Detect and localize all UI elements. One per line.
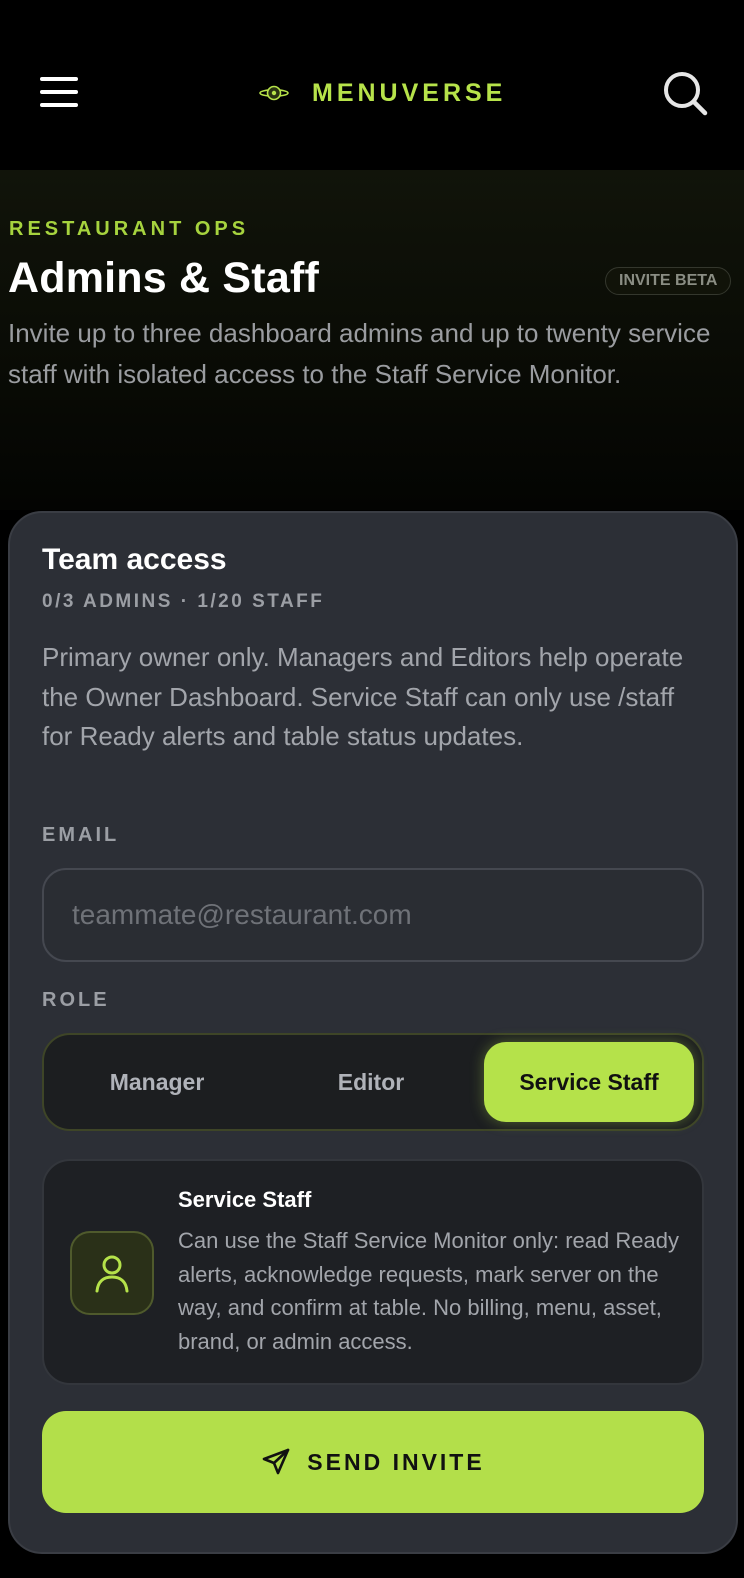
send-icon bbox=[262, 1448, 290, 1475]
page-title: Admins & Staff bbox=[8, 254, 319, 302]
send-invite-label: SEND INVITE bbox=[307, 1448, 485, 1475]
hero-section: RESTAURANT OPS Admins & Staff INVITE BET… bbox=[0, 170, 744, 510]
send-invite-button[interactable]: SEND INVITE bbox=[42, 1411, 704, 1513]
card-title: Team access bbox=[42, 543, 227, 576]
role-option-service-staff[interactable]: Service Staff bbox=[484, 1042, 694, 1122]
app-screen: MENUVERSE RESTAURANT OPS Admins & Staff … bbox=[0, 0, 744, 1578]
brand[interactable]: MENUVERSE bbox=[258, 78, 506, 108]
role-description-card: Service Staff Can use the Staff Service … bbox=[42, 1159, 704, 1385]
role-label: ROLE bbox=[42, 989, 110, 1011]
team-access-card: Team access 0/3 ADMINS · 1/20 STAFF Prim… bbox=[8, 511, 738, 1554]
role-option-manager[interactable]: Manager bbox=[52, 1042, 262, 1122]
section-eyebrow: RESTAURANT OPS bbox=[9, 218, 250, 240]
hamburger-menu-icon[interactable] bbox=[40, 77, 78, 107]
card-description: Primary owner only. Managers and Editors… bbox=[42, 642, 684, 751]
search-icon[interactable] bbox=[662, 70, 708, 116]
email-field[interactable] bbox=[42, 868, 704, 962]
role-option-editor[interactable]: Editor bbox=[266, 1042, 476, 1122]
user-icon bbox=[70, 1231, 154, 1315]
saturn-logo-icon bbox=[259, 85, 289, 101]
brand-name: MENUVERSE bbox=[312, 78, 507, 107]
team-counts: 0/3 ADMINS · 1/20 STAFF bbox=[42, 591, 325, 612]
role-card-description: Can use the Staff Service Monitor only: … bbox=[178, 1228, 679, 1354]
top-bar: MENUVERSE bbox=[0, 0, 744, 170]
page-description: Invite up to three dashboard admins and … bbox=[8, 318, 711, 389]
role-selector: Manager Editor Service Staff bbox=[42, 1033, 704, 1131]
role-card-title: Service Staff bbox=[178, 1187, 312, 1212]
status-badge: INVITE BETA bbox=[605, 267, 732, 295]
email-label: EMAIL bbox=[42, 824, 120, 846]
